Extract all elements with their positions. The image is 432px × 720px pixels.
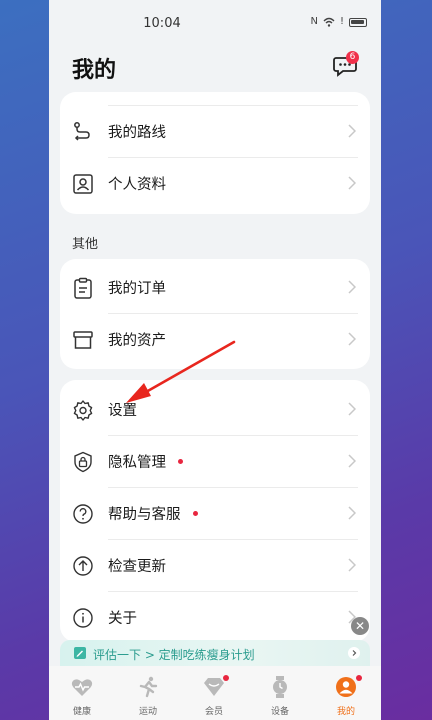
help-icon	[73, 504, 93, 524]
menu-item-label: 我的资产	[108, 333, 166, 349]
battery-icon	[349, 17, 367, 27]
page-title: 我的	[72, 58, 117, 83]
chevron-right-icon	[348, 332, 356, 346]
notification-dot	[192, 510, 198, 516]
info-icon	[73, 608, 93, 628]
menu-item-label: 我的订单	[108, 281, 166, 297]
notification-dot	[178, 458, 183, 464]
promo-banner[interactable]: 评估一下 > 定制吃练瘦身计划	[60, 640, 370, 666]
avatar-icon	[336, 677, 356, 697]
menu-item-my-route[interactable]: 我的路线	[60, 106, 370, 158]
alert-icon: !	[339, 16, 344, 27]
tab-label: 设备	[270, 707, 289, 717]
menu-item-my-orders[interactable]: 我的订单	[60, 262, 370, 314]
tab-label: 运动	[138, 707, 157, 717]
promo-text: 评估一下 > 定制吃练瘦身计划	[93, 648, 255, 662]
status-icons: N !	[310, 16, 367, 27]
notification-dot	[223, 675, 229, 681]
update-icon	[73, 556, 93, 576]
chevron-right-icon	[348, 558, 356, 572]
menu-item-settings[interactable]: 设置	[60, 384, 370, 436]
profile-icon	[73, 174, 93, 194]
orders-card: 我的订单 我的资产	[60, 259, 370, 369]
menu-item-my-assets[interactable]: 我的资产	[60, 314, 370, 366]
tab-label: 健康	[72, 707, 91, 717]
tab-devices[interactable]: 设备	[247, 666, 313, 720]
status-bar: 10:04 N !	[49, 0, 381, 44]
menu-item-label: 检查更新	[108, 559, 166, 575]
menu-item-label: 隐私管理	[108, 451, 183, 472]
nfc-icon: N	[310, 16, 318, 27]
close-icon[interactable]: ✕	[351, 617, 369, 635]
settings-card: 设置 隐私管理 帮助与客服 检查更新 关于	[60, 380, 370, 642]
profile-card: 我的路线 个人资料	[60, 92, 370, 214]
tab-me[interactable]: 我的	[313, 666, 379, 720]
menu-item-about[interactable]: 关于	[60, 592, 370, 642]
menu-item-label: 关于	[108, 611, 137, 627]
chevron-right-icon	[348, 506, 356, 520]
tab-bar: 健康 运动 会员 设备 我的	[49, 666, 381, 720]
message-badge: 6	[346, 51, 359, 64]
menu-item-label: 我的路线	[108, 125, 166, 141]
box-icon	[73, 331, 93, 349]
menu-item-profile[interactable]: 个人资料	[60, 158, 370, 210]
chevron-right-icon	[348, 176, 356, 190]
chevron-right-icon	[348, 280, 356, 294]
chevron-right-icon	[348, 124, 356, 138]
menu-item-privacy[interactable]: 隐私管理	[60, 436, 370, 488]
tab-label: 会员	[204, 707, 223, 717]
tab-membership[interactable]: 会员	[181, 666, 247, 720]
edit-plan-icon	[74, 647, 86, 659]
heart-pulse-icon	[71, 679, 93, 696]
watch-icon	[273, 676, 287, 698]
notification-dot	[356, 675, 362, 681]
tab-exercise[interactable]: 运动	[115, 666, 181, 720]
route-icon	[74, 122, 90, 141]
run-icon	[139, 676, 158, 698]
wifi-icon	[323, 17, 335, 27]
menu-item-label: 个人资料	[108, 177, 166, 193]
status-time: 10:04	[143, 16, 181, 31]
section-label-other: 其他	[72, 237, 99, 252]
chevron-right-icon	[348, 647, 360, 659]
menu-item-help[interactable]: 帮助与客服	[60, 488, 370, 540]
chevron-right-icon	[348, 454, 356, 468]
menu-item-check-update[interactable]: 检查更新	[60, 540, 370, 592]
gear-icon	[73, 400, 93, 421]
phone-screen: 10:04 N ! 我的 6 我的路线 个人资料 其他 我的订单 我的资产 设置…	[49, 0, 381, 720]
chevron-right-icon	[348, 402, 356, 416]
menu-item-label: 帮助与客服	[108, 503, 198, 524]
tab-label: 我的	[336, 707, 355, 717]
privacy-lock-icon	[74, 451, 92, 473]
clipboard-icon	[74, 277, 92, 299]
tab-health[interactable]: 健康	[49, 666, 115, 720]
menu-item-label: 设置	[108, 403, 137, 419]
